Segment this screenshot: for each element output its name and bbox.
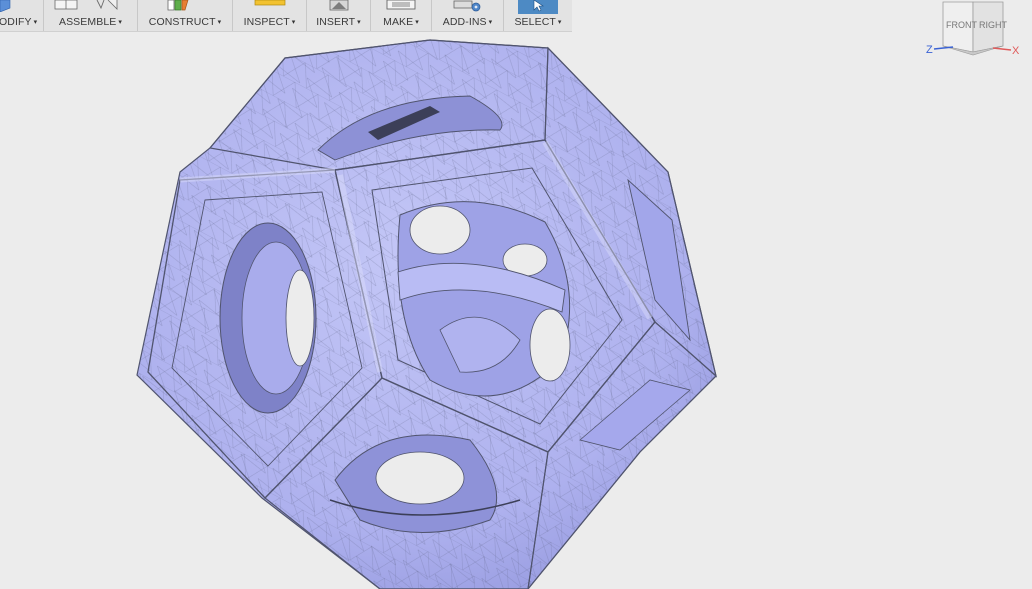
inspect-menu[interactable]: INSPECT ▾ [233, 0, 307, 31]
construct-icon [167, 0, 189, 11]
toolbar: ODIFY ▾ ASSEMBLE ▾ CONSTRUCT ▾ INSPECT ▾ INS… [0, 0, 572, 32]
chevron-down-icon: ▾ [33, 19, 38, 26]
make-label: MAKE [383, 16, 414, 28]
modify-label: ODIFY [0, 16, 32, 28]
select-label: SELECT [514, 16, 556, 28]
chevron-down-icon: ▾ [118, 19, 123, 26]
construct-label: CONSTRUCT [148, 16, 216, 28]
chevron-down-icon: ▾ [357, 19, 361, 26]
assemble-menu[interactable]: ASSEMBLE ▾ [44, 0, 138, 31]
addins-icon [453, 0, 481, 12]
canvas-viewport[interactable] [0, 32, 1032, 589]
addins-label: ADD-INS [442, 16, 487, 28]
insert-icon [329, 0, 349, 11]
inspect-label: INSPECT [243, 16, 290, 28]
insert-label: INSERT [316, 16, 356, 28]
select-cursor-icon [518, 0, 558, 14]
make-menu[interactable]: MAKE ▾ [371, 0, 432, 31]
select-menu[interactable]: SELECT ▾ [504, 0, 572, 31]
dodecahedron-model[interactable] [136, 39, 718, 589]
chevron-down-icon: ▾ [217, 19, 222, 26]
assemble-icon [54, 0, 118, 10]
insert-menu[interactable]: INSERT ▾ [307, 0, 371, 31]
construct-menu[interactable]: CONSTRUCT ▾ [138, 0, 233, 31]
chevron-down-icon: ▾ [291, 19, 296, 26]
chevron-down-icon: ▾ [557, 19, 562, 26]
chevron-down-icon: ▾ [415, 19, 419, 26]
assemble-label: ASSEMBLE [58, 16, 117, 28]
make-icon [386, 0, 416, 10]
viewcube-front-face[interactable]: FRONT [946, 20, 977, 30]
chevron-down-icon: ▾ [488, 19, 493, 26]
modify-icon [0, 0, 11, 12]
modify-menu[interactable]: ODIFY ▾ [0, 0, 44, 31]
viewcube-right-face[interactable]: RIGHT [979, 20, 1008, 30]
addins-menu[interactable]: ADD-INS ▾ [432, 0, 504, 31]
inspect-icon [254, 0, 286, 6]
